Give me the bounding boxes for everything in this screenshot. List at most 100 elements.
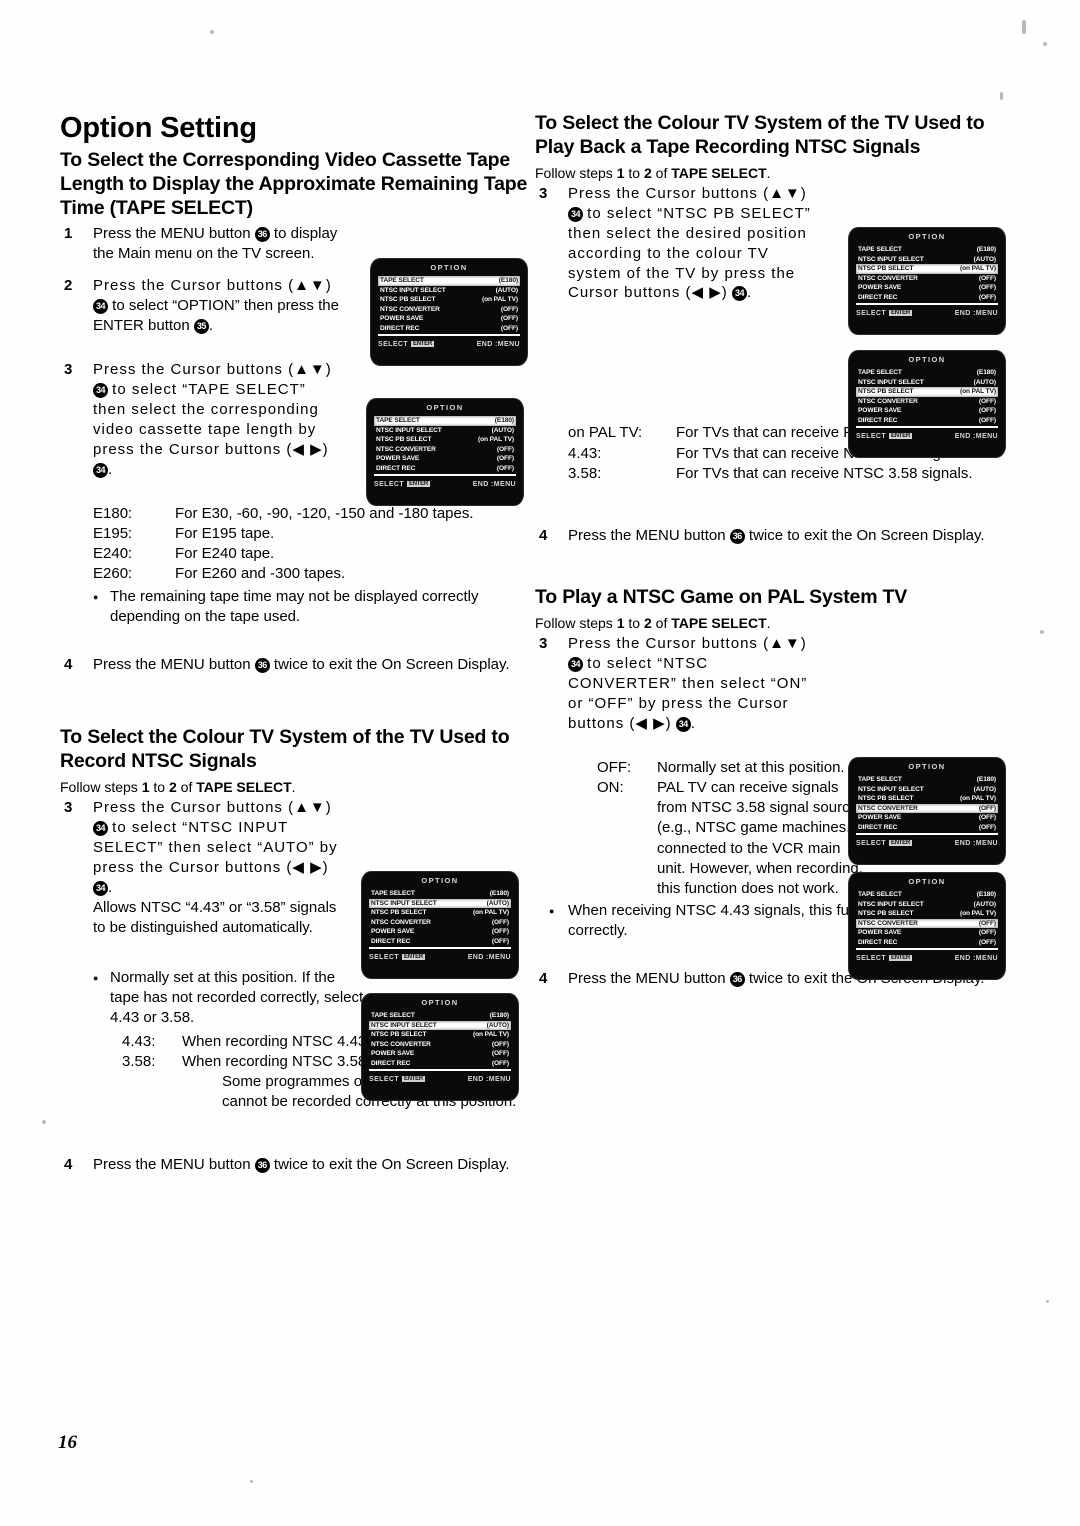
osd-menu-row[interactable]: POWER SAVE (OFF) [369,927,511,937]
osd-row-label: DIRECT REC [371,937,411,945]
osd-menu-row[interactable]: NTSC INPUT SELECT (AUTO) [856,784,998,795]
osd-menu-row[interactable]: DIRECT REC (OFF) [369,1058,511,1069]
osd-menu-row[interactable]: POWER SAVE (OFF) [374,454,516,464]
scan-speck [250,1480,253,1483]
osd-menu-row[interactable]: POWER SAVE (OFF) [856,928,998,938]
osd-row-label: NTSC INPUT SELECT [371,899,437,907]
osd-menu-row[interactable]: NTSC CONVERTER (OFF) [856,273,998,284]
osd-screen-ntsc-input-select-2: OPTION TAPE SELECT (E180) NTSC INPUT SELECT… [362,994,518,1100]
button-badge-36-icon: 36 [254,227,270,243]
osd-row-label: NTSC CONVERTER [380,305,440,313]
osd-row-label: NTSC CONVERTER [858,274,918,282]
osd-menu-row[interactable]: NTSC PB SELECT (on PAL TV) [856,387,998,397]
osd-menu-row[interactable]: NTSC CONVERTER (OFF) [374,444,516,455]
scan-speck [1043,42,1047,46]
osd-menu-row[interactable]: DIRECT REC (OFF) [856,415,998,426]
osd-menu-row[interactable]: TAPE SELECT (E180) [856,368,998,378]
osd-menu-row[interactable]: NTSC PB SELECT (on PAL TV) [856,264,998,274]
osd-menu-row[interactable]: TAPE SELECT (E180) [369,889,511,899]
osd-footer: SELECT ENTER END :MENU [369,954,511,966]
step-number: 3 [539,635,548,653]
scan-speck [1046,1300,1049,1303]
note-normally-set: Normally set at this position. If the ta… [60,968,368,1028]
rec-term: 4.43: [122,1032,156,1050]
step-3-ntsc-converter: 3 Press the Cursor buttons (▲▼) 34 to sel… [535,634,818,734]
follow-step-to: 2 [643,614,652,631]
osd-menu-row[interactable]: DIRECT REC (OFF) [369,936,511,947]
button-badge-34-icon: 34 [93,462,108,478]
osd-menu-list: TAPE SELECT (E180) NTSC INPUT SELECT (AUTO)… [374,416,516,476]
osd-menu-row[interactable]: NTSC PB SELECT (on PAL TV) [378,295,520,305]
osd-menu-row[interactable]: TAPE SELECT (E180) [856,245,998,255]
osd-row-value: (AUTO) [491,426,514,434]
osd-menu-row[interactable]: NTSC CONVERTER (OFF) [856,918,998,929]
osd-menu-row[interactable]: TAPE SELECT (E180) [374,416,516,426]
osd-menu-row[interactable]: POWER SAVE (OFF) [369,1049,511,1059]
tape-desc: For E30, -60, -90, -120, -150 and -180 t… [175,504,474,522]
osd-menu-row[interactable]: NTSC PB SELECT (on PAL TV) [856,909,998,919]
osd-menu-row[interactable]: TAPE SELECT (E180) [856,890,998,900]
osd-screen-ntsc-converter-2: OPTION TAPE SELECT (E180) NTSC INPUT SELECT… [849,873,1005,979]
osd-menu-row[interactable]: NTSC CONVERTER (OFF) [369,1039,511,1050]
osd-row-label: NTSC CONVERTER [858,397,918,405]
osd-row-value: (OFF) [491,1059,509,1067]
table-row: E240: For E240 tape. [93,544,535,564]
osd-menu-row[interactable]: NTSC PB SELECT (on PAL TV) [369,1030,511,1040]
page-number: 16 [58,1432,77,1453]
osd-row-label: NTSC INPUT SELECT [371,1021,437,1029]
tape-term: E260: [93,565,133,583]
osd-menu-row[interactable]: NTSC PB SELECT (on PAL TV) [856,794,998,804]
osd-menu-row[interactable]: NTSC INPUT SELECT (AUTO) [856,377,998,388]
osd-row-label: NTSC PB SELECT [380,296,436,304]
osd-footer-enter-keycap: ENTER [889,433,912,439]
osd-menu-row[interactable]: TAPE SELECT (E180) [369,1011,511,1021]
osd-menu-row[interactable]: NTSC PB SELECT (on PAL TV) [374,435,516,445]
osd-menu-row[interactable]: POWER SAVE (OFF) [856,283,998,293]
osd-menu-row[interactable]: NTSC CONVERTER (OFF) [369,917,511,928]
osd-menu-row[interactable]: NTSC INPUT SELECT (AUTO) [374,425,516,436]
osd-menu-row[interactable]: DIRECT REC (OFF) [378,323,520,334]
osd-menu-row[interactable]: DIRECT REC (OFF) [856,822,998,833]
osd-menu-row[interactable]: NTSC INPUT SELECT (AUTO) [856,899,998,910]
osd-menu-row[interactable]: NTSC INPUT SELECT (AUTO) [378,285,520,296]
osd-row-label: NTSC CONVERTER [371,918,431,926]
osd-footer-end: END :MENU [954,310,998,317]
osd-menu-row[interactable]: TAPE SELECT (E180) [378,276,520,286]
osd-row-value: (OFF) [491,937,509,945]
osd-menu-row[interactable]: NTSC INPUT SELECT (AUTO) [856,254,998,265]
button-badge-36-icon: 36 [254,1157,270,1173]
osd-row-label: POWER SAVE [376,455,420,463]
osd-menu-row[interactable]: POWER SAVE (OFF) [856,813,998,823]
osd-row-value: (OFF) [978,416,996,424]
osd-row-label: NTSC INPUT SELECT [858,900,924,908]
pb-term: 4.43: [568,444,602,462]
osd-footer-enter-keycap: ENTER [402,1076,425,1082]
osd-menu-row[interactable]: DIRECT REC (OFF) [374,463,516,474]
osd-menu-row[interactable]: TAPE SELECT (E180) [856,775,998,785]
osd-menu-row[interactable]: DIRECT REC (OFF) [856,292,998,303]
osd-row-label: NTSC INPUT SELECT [380,286,446,294]
osd-menu-row[interactable]: NTSC INPUT SELECT (AUTO) [369,898,511,909]
step-text: Press the Cursor buttons (▲▼) [93,277,332,295]
osd-menu-row[interactable]: NTSC CONVERTER (OFF) [856,396,998,407]
osd-footer: SELECT ENTER END :MENU [856,433,998,445]
step-3-ntsc-pb-select: 3 Press the Cursor buttons (▲▼) 34 to sel… [535,184,818,304]
osd-row-label: NTSC CONVERTER [858,919,918,927]
step-text-end: . [746,284,752,302]
osd-menu-row[interactable]: NTSC CONVERTER (OFF) [856,803,998,814]
osd-menu-row[interactable]: NTSC PB SELECT (on PAL TV) [369,908,511,918]
osd-row-label: TAPE SELECT [376,417,420,424]
osd-menu-row[interactable]: POWER SAVE (OFF) [378,314,520,324]
table-row: E180: For E30, -60, -90, -120, -150 and … [93,504,535,524]
osd-menu-list: TAPE SELECT (E180) NTSC INPUT SELECT (AUTO)… [856,368,998,428]
osd-row-value: (AUTO) [486,1021,509,1029]
osd-menu-row[interactable]: NTSC CONVERTER (OFF) [378,304,520,315]
osd-menu-row[interactable]: DIRECT REC (OFF) [856,937,998,948]
page-title: Option Setting [60,112,257,144]
osd-footer-end: END :MENU [954,840,998,847]
osd-row-label: NTSC PB SELECT [858,388,914,396]
section-heading-playback-ntsc: To Select the Colour TV System of the TV… [535,112,985,158]
osd-menu-row[interactable]: NTSC INPUT SELECT (AUTO) [369,1020,511,1031]
osd-menu-row[interactable]: POWER SAVE (OFF) [856,406,998,416]
step-text-cont: to select “NTSC INPUT SELECT” then selec… [93,819,338,877]
